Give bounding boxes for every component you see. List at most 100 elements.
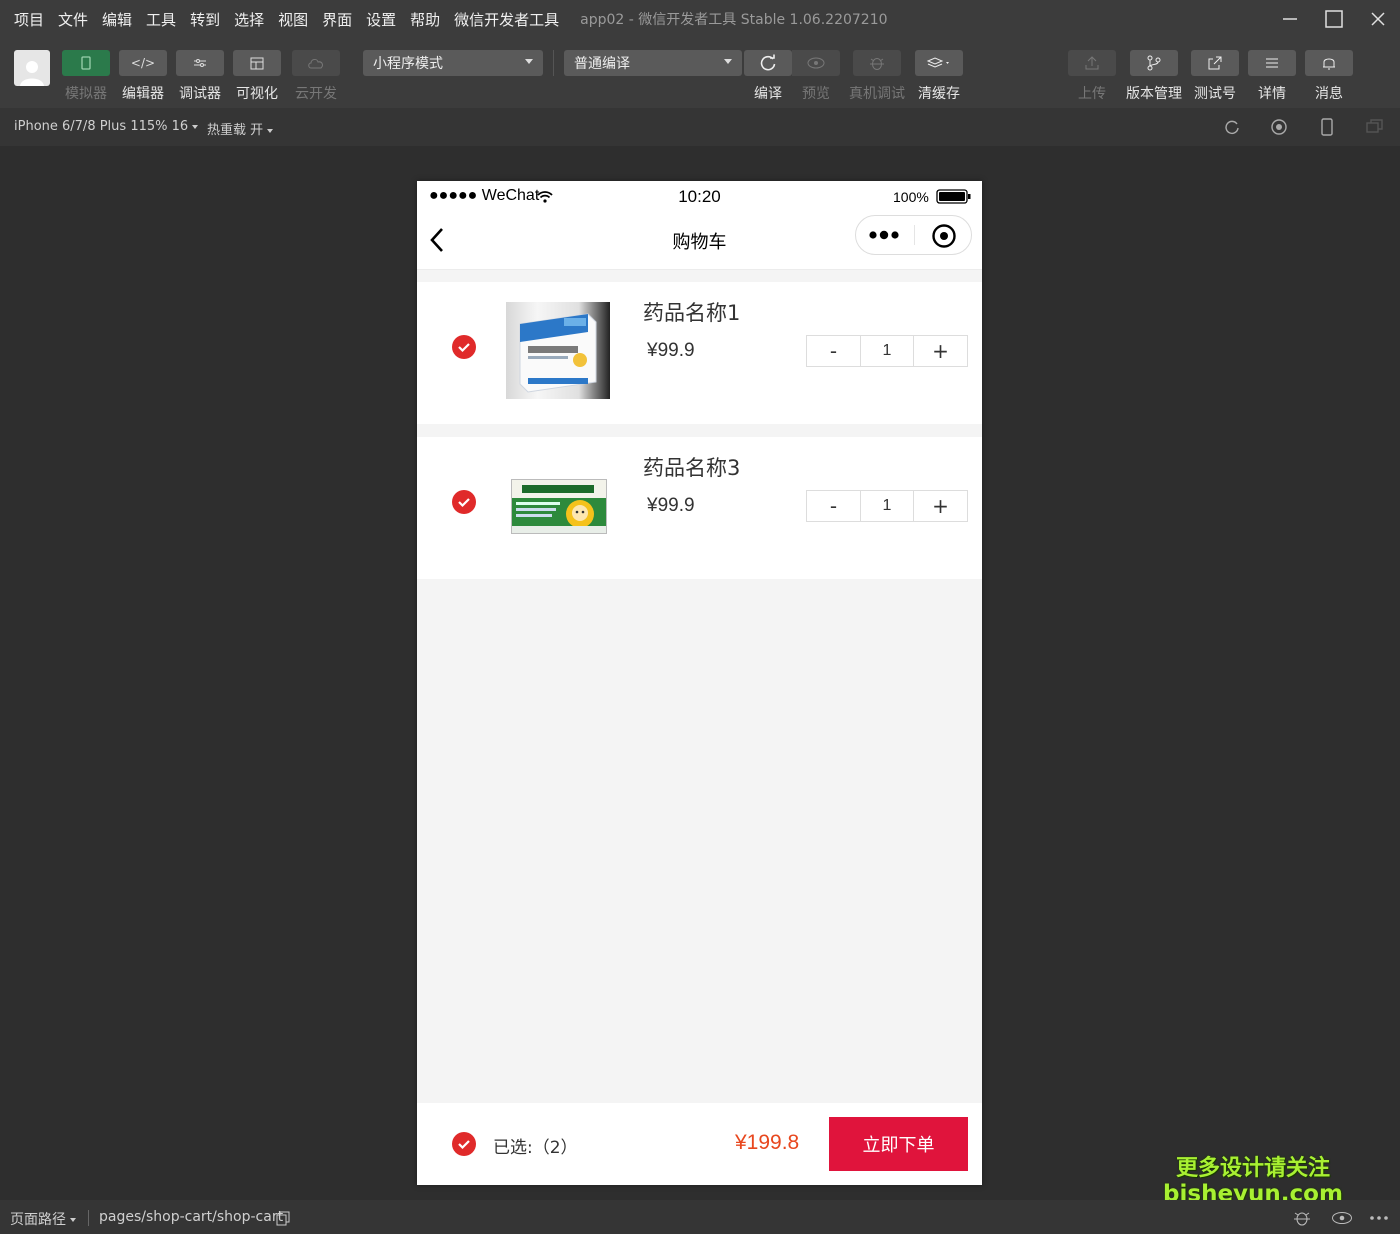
close-miniprogram-icon[interactable] <box>931 223 957 249</box>
simulator-toggle[interactable]: 模拟器 <box>61 50 111 103</box>
item-price: ¥99.9 <box>647 340 695 361</box>
page-path-value: pages/shop-cart/shop-cart <box>99 1209 284 1225</box>
upload-label: 上传 <box>1078 86 1106 102</box>
compile-select-value: 普通编译 <box>574 56 630 72</box>
item-price: ¥99.9 <box>647 495 695 516</box>
eye-icon[interactable] <box>1331 1211 1353 1225</box>
bottom-status-bar: 页面路径 pages/shop-cart/shop-cart <box>0 1200 1400 1234</box>
chevron-down-icon <box>267 128 274 133</box>
code-icon: </> <box>130 56 156 70</box>
compile-select[interactable]: 普通编译 <box>564 50 742 76</box>
more-horizontal-icon[interactable] <box>1368 1210 1390 1226</box>
menu-wechat-devtools[interactable]: 微信开发者工具 <box>447 9 566 30</box>
test-account-button[interactable]: 测试号 <box>1190 50 1240 103</box>
menu-select[interactable]: 选择 <box>227 9 271 30</box>
visual-toggle[interactable]: 可视化 <box>232 50 282 103</box>
increase-button[interactable]: + <box>914 491 967 521</box>
maximize-button[interactable] <box>1312 0 1356 38</box>
bug-icon[interactable] <box>1292 1209 1312 1227</box>
mode-select-value: 小程序模式 <box>373 56 443 72</box>
editor-label: 编辑器 <box>122 86 164 102</box>
rotate-icon[interactable] <box>1223 118 1241 136</box>
cloud-toggle[interactable]: 云开发 <box>291 50 341 103</box>
menu-goto[interactable]: 转到 <box>183 9 227 30</box>
eye-icon <box>807 57 825 69</box>
device-select[interactable]: iPhone 6/7/8 Plus 115% 16 <box>14 119 199 134</box>
messages-button[interactable]: 消息 <box>1305 50 1353 103</box>
menu-help[interactable]: 帮助 <box>403 9 447 30</box>
divider <box>88 1210 89 1226</box>
preview-button[interactable]: 预览 <box>792 50 840 103</box>
phone-simulator: ●●●●● WeChat 10:20 100% 购物车 药品名称1 ¥99.9 … <box>417 181 982 1185</box>
debugger-label: 调试器 <box>179 86 221 102</box>
cloud-icon <box>308 59 323 69</box>
upload-button[interactable]: 上传 <box>1068 50 1116 103</box>
test-account-label: 测试号 <box>1194 86 1236 102</box>
device-select-value: iPhone 6/7/8 Plus 115% 16 <box>14 119 189 134</box>
check-icon <box>458 498 470 508</box>
compile-button[interactable]: 编译 <box>744 50 792 103</box>
menu-interface[interactable]: 界面 <box>315 9 359 30</box>
upload-icon <box>1085 56 1099 70</box>
minimize-button[interactable] <box>1268 0 1312 38</box>
menu-tools[interactable]: 工具 <box>139 9 183 30</box>
clear-cache-button[interactable]: 清缓存 <box>914 50 964 103</box>
increase-button[interactable]: + <box>914 336 967 366</box>
avatar[interactable] <box>14 50 50 86</box>
quantity-stepper: - 1 + <box>806 490 968 522</box>
total-price: ¥199.8 <box>735 1131 800 1154</box>
select-all-checkbox[interactable] <box>452 1132 476 1156</box>
toolbar-divider <box>553 50 554 76</box>
page-path-select[interactable]: 页面路径 <box>10 1209 76 1229</box>
product-image[interactable] <box>511 479 607 534</box>
decrease-button[interactable]: - <box>807 491 860 521</box>
place-order-button[interactable]: 立即下单 <box>829 1117 968 1171</box>
quantity-value[interactable]: 1 <box>860 491 914 521</box>
detach-window-icon[interactable] <box>1366 118 1384 136</box>
editor-toggle[interactable]: </> 编辑器 <box>118 50 168 103</box>
version-button[interactable]: 版本管理 <box>1123 50 1185 103</box>
chevron-down-icon <box>70 1218 76 1222</box>
layers-icon <box>926 57 949 68</box>
record-icon[interactable] <box>1270 118 1288 136</box>
toolbar: 模拟器 </> 编辑器 调试器 可视化 云开发 小程序模式 普通编译 编译 预览… <box>0 38 1400 108</box>
mode-select[interactable]: 小程序模式 <box>363 50 543 76</box>
compile-label: 编译 <box>754 86 782 102</box>
details-label: 详情 <box>1258 86 1286 102</box>
messages-label: 消息 <box>1315 86 1343 102</box>
window-title: app02 - 微信开发者工具 Stable 1.06.2207210 <box>580 12 888 28</box>
remote-debug-label: 真机调试 <box>849 86 905 102</box>
decrease-button[interactable]: - <box>807 336 860 366</box>
hot-reload-select[interactable]: 热重载 开 <box>207 119 274 138</box>
medicine-box-icon <box>512 480 606 533</box>
simulator-label: 模拟器 <box>65 86 107 102</box>
refresh-icon <box>760 54 776 71</box>
external-link-icon <box>1208 56 1222 70</box>
debugger-toggle[interactable]: 调试器 <box>175 50 225 103</box>
capsule-menu <box>855 215 972 255</box>
phone-frame-icon[interactable] <box>1318 118 1336 136</box>
close-window-button[interactable] <box>1356 0 1400 38</box>
details-button[interactable]: 详情 <box>1248 50 1296 103</box>
menu-file[interactable]: 文件 <box>51 9 95 30</box>
product-image[interactable] <box>506 302 610 399</box>
preview-label: 预览 <box>802 86 830 102</box>
copy-icon[interactable] <box>276 1211 290 1226</box>
more-icon[interactable] <box>868 229 902 241</box>
hot-reload-value: 热重载 开 <box>207 123 264 138</box>
phone-icon <box>81 56 91 70</box>
bell-icon <box>1323 58 1335 70</box>
menu-project[interactable]: 项目 <box>0 9 51 30</box>
menu-settings[interactable]: 设置 <box>359 9 403 30</box>
layout-icon <box>250 57 264 69</box>
quantity-value[interactable]: 1 <box>860 336 914 366</box>
item-checkbox[interactable] <box>452 490 476 514</box>
item-checkbox[interactable] <box>452 335 476 359</box>
menu-edit[interactable]: 编辑 <box>95 9 139 30</box>
close-icon <box>1371 12 1385 26</box>
watermark-line1: 更多设计请关注 <box>1175 1156 1330 1181</box>
remote-debug-button[interactable]: 真机调试 <box>845 50 909 103</box>
visual-label: 可视化 <box>236 86 278 102</box>
item-name: 药品名称1 <box>643 301 741 325</box>
menu-view[interactable]: 视图 <box>271 9 315 30</box>
